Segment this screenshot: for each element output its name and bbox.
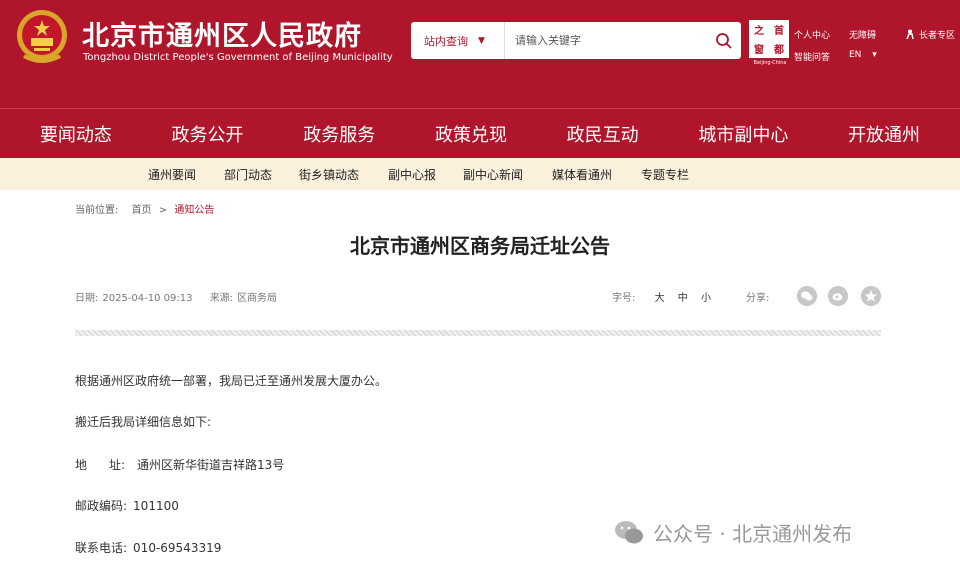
- subnav-item-media[interactable]: 媒体看通州: [552, 166, 612, 183]
- subnav-item-tongzhou-news[interactable]: 通州要闻: [148, 166, 196, 183]
- subnav-item-town-news[interactable]: 街乡镇动态: [299, 166, 359, 183]
- font-size-control: 字号: 大 中 小: [612, 289, 711, 304]
- article-postcode-line: 邮政编码: 101100: [75, 497, 179, 514]
- article-title: 北京市通州区商务局迁址公告: [350, 234, 610, 258]
- subnav-item-special[interactable]: 专题专栏: [641, 166, 689, 183]
- wechat-share-icon[interactable]: [797, 286, 817, 306]
- weibo-share-icon[interactable]: [828, 286, 848, 306]
- search-scope-select[interactable]: 站内查询 ▼: [411, 22, 505, 59]
- smart-qa-link[interactable]: 智能问答: [794, 50, 830, 63]
- site-title[interactable]: 北京市通州区人民政府: [82, 14, 362, 53]
- postcode-label: 邮政编码:: [75, 499, 128, 513]
- language-switch[interactable]: EN ▾: [849, 50, 877, 60]
- breadcrumb-prefix: 当前位置:: [75, 205, 119, 216]
- article-meta: 日期: 2025-04-10 09:13 来源: 区商务局: [75, 289, 277, 304]
- site-subtitle: Tongzhou District People's Government of…: [83, 52, 393, 63]
- search-box: 站内查询 ▼: [411, 22, 741, 59]
- address-label: 地 址:: [75, 456, 137, 473]
- logo-caption: Beijing·China: [753, 60, 787, 66]
- elder-zone-link[interactable]: 长者专区: [905, 28, 955, 41]
- phone-value: 010-69543319: [133, 541, 222, 555]
- elder-zone-label: 长者专区: [919, 31, 956, 41]
- subnav-item-center-news[interactable]: 副中心新闻: [463, 166, 523, 183]
- nav-item-news[interactable]: 要闻动态: [33, 121, 118, 161]
- address-label-part: 地: [75, 458, 88, 472]
- article-paragraph-details: 搬迁后我局详细信息如下:: [75, 415, 212, 429]
- search-icon[interactable]: [713, 30, 735, 52]
- breadcrumb-current[interactable]: 通知公告: [174, 205, 214, 216]
- national-emblem-icon[interactable]: [14, 8, 70, 66]
- logo-char: 之: [754, 26, 764, 37]
- phone-label: 联系电话:: [75, 541, 128, 555]
- sub-nav: 通州要闻 部门动态 街乡镇动态 副中心报 副中心新闻 媒体看通州 专题专栏: [0, 158, 960, 190]
- favorite-star-icon[interactable]: [861, 286, 881, 306]
- language-label: EN: [849, 50, 862, 60]
- accessibility-link[interactable]: 无障碍: [849, 28, 876, 41]
- breadcrumb-home[interactable]: 首页: [132, 205, 152, 216]
- article-address-line: 地 址: 通州区新华街道吉祥路13号: [75, 456, 284, 473]
- search-input[interactable]: [507, 22, 707, 59]
- breadcrumb-separator: >: [158, 205, 168, 216]
- watermark-text: 公众号 · 北京通州发布: [653, 522, 853, 546]
- wechat-logo-icon: [615, 520, 643, 543]
- nav-item-interaction[interactable]: 政民互动: [561, 121, 645, 147]
- subnav-item-dept-news[interactable]: 部门动态: [224, 166, 272, 183]
- article-phone-line: 联系电话: 010-69543319: [75, 539, 221, 556]
- logo-char: 窗: [754, 45, 764, 56]
- postcode-value: 101100: [133, 499, 179, 513]
- date-label: 日期:: [75, 293, 99, 304]
- address-label-part: 址:: [109, 458, 126, 472]
- content-divider: [75, 330, 881, 336]
- search-scope-label: 站内查询: [424, 34, 468, 48]
- font-small-button[interactable]: 小: [701, 293, 711, 304]
- personal-center-link[interactable]: 个人中心: [794, 28, 830, 41]
- share-label: 分享:: [746, 293, 770, 304]
- article-source: 区商务局: [237, 293, 278, 304]
- logo-char: 都: [774, 45, 784, 56]
- article-paragraph-intro: 根据通州区政府统一部署，我局已迁至通州发展大厦办公。: [75, 374, 388, 388]
- source-label: 来源:: [209, 293, 234, 304]
- subnav-item-center-paper[interactable]: 副中心报: [388, 166, 436, 183]
- address-value: 通州区新华街道吉祥路13号: [137, 458, 285, 472]
- breadcrumb: 当前位置: 首页 > 通知公告: [75, 201, 214, 216]
- nav-item-open-tongzhou[interactable]: 开放通州: [842, 121, 926, 147]
- nav-item-gov-affairs[interactable]: 政务公开: [166, 121, 250, 147]
- elder-icon: [906, 29, 914, 40]
- chevron-down-icon: ▾: [872, 50, 877, 60]
- capital-window-logo[interactable]: 之 首 窗 都 Beijing·China: [749, 20, 791, 66]
- caret-down-icon: ▼: [478, 35, 485, 46]
- nav-item-sub-center[interactable]: 城市副中心: [692, 121, 794, 147]
- nav-item-gov-services[interactable]: 政务服务: [297, 121, 381, 147]
- wechat-watermark: 公众号 · 北京通州发布: [613, 518, 852, 547]
- font-large-button[interactable]: 大: [655, 293, 665, 304]
- nav-item-policy[interactable]: 政策兑现: [429, 121, 513, 147]
- font-size-label: 字号:: [612, 293, 636, 304]
- article-date: 2025-04-10 09:13: [102, 293, 193, 304]
- font-medium-button[interactable]: 中: [678, 293, 688, 304]
- main-nav: 要闻动态 政务公开 政务服务 政策兑现 政民互动 城市副中心 开放通州: [0, 108, 960, 161]
- logo-char: 首: [774, 26, 784, 37]
- site-header: 北京市通州区人民政府 Tongzhou District People's Go…: [0, 0, 960, 108]
